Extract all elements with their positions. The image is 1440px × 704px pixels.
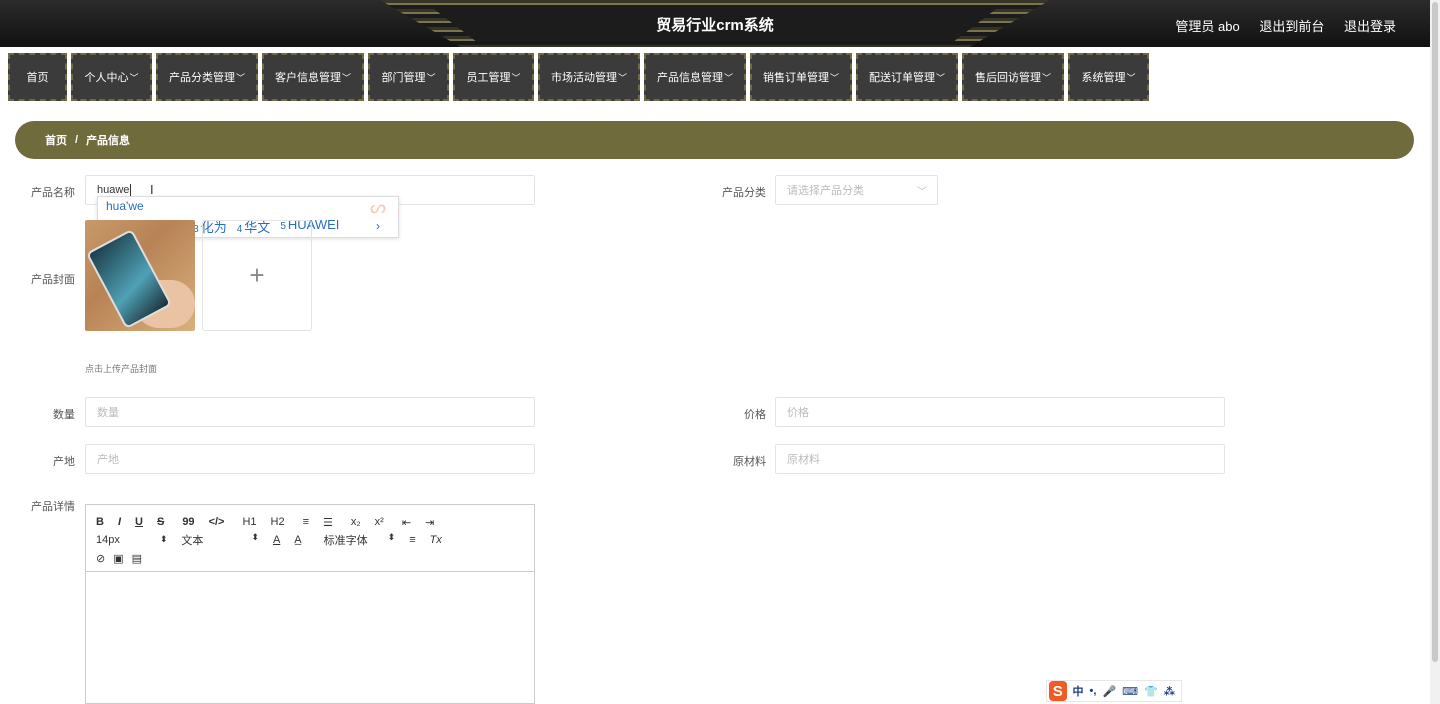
nav-item-product-category[interactable]: 产品分类管理 ﹀ [156,53,258,101]
ordered-list-button[interactable]: ≡ [303,516,309,528]
punctuation-icon[interactable]: •, [1090,685,1097,697]
video-icon[interactable]: ▤ [132,552,142,565]
updown-icon: ⬍ [251,532,259,542]
subscript-button[interactable]: x₂ [351,516,361,528]
ibeam-cursor-icon: I [150,182,154,197]
material-input[interactable]: 原材料 [775,444,1225,474]
nav-item-marketing[interactable]: 市场活动管理 ﹀ [538,53,640,101]
nav-item-sales-order[interactable]: 销售订单管理 ﹀ [750,53,852,101]
chevron-down-icon: ﹀ [341,72,351,83]
chevron-down-icon: ﹀ [617,72,627,83]
breadcrumb: 首页 / 产品信息 [15,121,1414,159]
code-block-button[interactable]: </> [209,516,225,528]
h1-button[interactable]: H1 [242,516,256,528]
chevron-down-icon: ﹀ [1041,72,1051,83]
nav-item-employee[interactable]: 员工管理 ﹀ [453,53,534,101]
header-select[interactable]: 文本 ⬍ [181,532,259,548]
link-icon[interactable]: ⊘ [96,552,105,565]
category-placeholder: 请选择产品分类 [787,185,864,197]
text-cursor [130,183,132,197]
ime-status-bar: S 中 •, 🎤 ⌨ 👕 ⁂ [1046,680,1182,702]
h2-button[interactable]: H2 [271,516,285,528]
blockquote-button[interactable]: 99 [182,516,194,528]
indent-button[interactable]: ⇥ [425,516,434,529]
sogou-logo-icon[interactable]: S [1049,681,1067,701]
chevron-down-icon: ﹀ [1126,72,1136,83]
chevron-down-icon: ﹀ [917,187,927,198]
origin-input[interactable]: 产地 [85,444,535,474]
nav-item-personal[interactable]: 个人中心 ﹀ [71,53,152,101]
editor-toolbar: B I U S 99 </> H1 H2 ≡ ☰ x₂ x² ⇤ ⇥ 14px ⬍… [86,505,534,572]
toolbox-icon[interactable]: ⁂ [1164,685,1175,698]
product-name-label: 产品名称 [31,187,75,199]
page-scrollbar[interactable] [1430,0,1440,704]
font-family-select[interactable]: 标准字体 ⬍ [324,532,396,548]
updown-icon: ⬍ [159,534,168,544]
upload-cover-button[interactable]: + [202,220,312,331]
user-label[interactable]: 管理员 abo [1175,19,1239,34]
nav-item-system[interactable]: 系统管理 ﹀ [1068,53,1149,101]
updown-icon: ⬍ [387,532,396,542]
breadcrumb-current: 产品信息 [86,135,131,147]
nav-item-after-sales[interactable]: 售后回访管理 ﹀ [962,53,1064,101]
logout-link[interactable]: 退出登录 [1344,19,1396,34]
keyboard-icon[interactable]: ⌨ [1122,685,1138,698]
chevron-down-icon: ﹀ [723,72,733,83]
origin-label: 产地 [53,456,75,468]
chevron-down-icon: ﹀ [129,72,139,83]
align-button[interactable]: ≡ [409,534,415,546]
upload-hint: 点击上传产品封面 [85,364,158,374]
editor-content[interactable] [86,572,534,704]
product-detail-label: 产品详情 [31,501,75,513]
nav-item-home[interactable]: 首页 [8,53,67,101]
rich-text-editor: B I U S 99 </> H1 H2 ≡ ☰ x₂ x² ⇤ ⇥ 14px ⬍… [85,504,535,704]
outdent-button[interactable]: ⇤ [402,516,411,529]
nav-item-customer[interactable]: 客户信息管理 ﹀ [262,53,364,101]
quantity-input[interactable]: 数量 [85,397,535,427]
ime-composition: hua'we [106,199,144,213]
microphone-icon[interactable]: 🎤 [1102,685,1116,698]
ime-logo-icon: ᔕ [370,197,387,217]
image-icon[interactable]: ▣ [113,552,123,565]
chevron-down-icon: ﹀ [426,72,436,83]
bullet-list-button[interactable]: ☰ [323,516,333,529]
back-to-front-link[interactable]: 退出到前台 [1259,19,1324,34]
chevron-down-icon: ﹀ [829,72,839,83]
nav-item-department[interactable]: 部门管理 ﹀ [368,53,449,101]
bold-button[interactable]: B [96,516,104,528]
breadcrumb-separator: / [75,134,79,146]
quantity-label: 数量 [53,409,75,421]
product-name-value: huawe [97,184,130,196]
header-actions: 管理员 abo 退出到前台 退出登录 [1159,16,1396,35]
product-category-label: 产品分类 [722,187,766,199]
product-cover-image[interactable] [85,220,195,331]
material-label: 原材料 [733,456,766,468]
italic-button[interactable]: I [118,516,121,528]
product-category-select[interactable]: 请选择产品分类 ﹀ [775,175,938,205]
chevron-down-icon: ﹀ [511,72,521,83]
chevron-down-icon: ﹀ [235,72,245,83]
product-cover-label: 产品封面 [31,274,75,286]
font-color-button[interactable]: A [273,534,280,546]
ime-next-page-icon[interactable]: › [376,219,380,233]
clear-format-button[interactable]: Tx [430,534,442,546]
scrollbar-thumb[interactable] [1432,2,1438,662]
price-input[interactable]: 价格 [775,397,1225,427]
strike-button[interactable]: S [157,516,164,528]
nav-item-product-info[interactable]: 产品信息管理 ﹀ [644,53,746,101]
nav-item-delivery-order[interactable]: 配送订单管理 ﹀ [856,53,958,101]
font-size-select[interactable]: 14px ⬍ [96,534,167,546]
chinese-mode-icon[interactable]: 中 [1073,683,1084,699]
background-color-button[interactable]: A̲ [294,534,301,546]
chevron-down-icon: ﹀ [935,72,945,83]
breadcrumb-home[interactable]: 首页 [45,132,67,148]
main-nav: 首页 个人中心 ﹀ 产品分类管理 ﹀ 客户信息管理 ﹀ 部门管理 ﹀ 员工管理 ﹀ 市场活… [8,53,1153,101]
header-bar: 贸易行业crm系统 管理员 abo 退出到前台 退出登录 [0,0,1430,47]
superscript-button[interactable]: x² [375,516,384,528]
price-label: 价格 [744,409,766,421]
skin-icon[interactable]: 👕 [1144,685,1158,698]
plus-icon: + [249,260,265,290]
underline-button[interactable]: U [135,516,143,528]
